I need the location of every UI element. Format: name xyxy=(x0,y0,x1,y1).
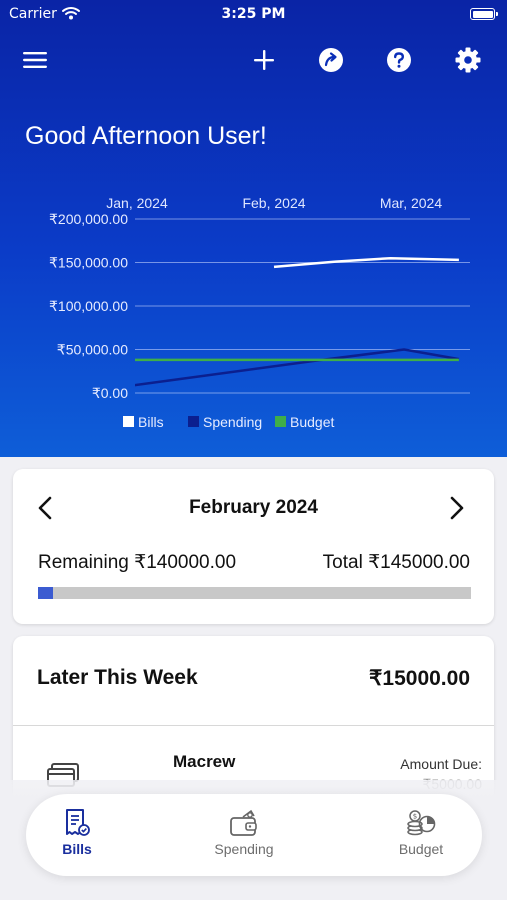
settings-button[interactable] xyxy=(448,40,488,80)
question-circle-icon xyxy=(387,48,411,72)
plus-icon xyxy=(254,50,274,70)
section-total: ₹15000.00 xyxy=(369,667,470,690)
spending-chart: Jan, 2024 Feb, 2024 Mar, 2024 ₹200,000.00 ₹1… xyxy=(0,185,507,445)
budget-progress-bar xyxy=(38,587,471,599)
month-title: February 2024 xyxy=(189,497,318,518)
legend-swatch-spending xyxy=(188,416,199,427)
tab-budget[interactable]: $ Budget xyxy=(361,794,481,876)
tab-spending-label: Spending xyxy=(214,841,274,857)
tab-bills-label: Bills xyxy=(62,841,92,857)
month-navigator: February 2024 xyxy=(13,493,494,523)
hamburger-menu-icon xyxy=(23,52,47,68)
help-button[interactable] xyxy=(379,40,419,80)
remaining-amount: Remaining ₹140000.00 xyxy=(38,552,237,573)
legend-label-budget: Budget xyxy=(290,414,334,430)
chart-canvas: Jan, 2024 Feb, 2024 Mar, 2024 ₹200,000.00 ₹1… xyxy=(49,195,470,430)
bills-receipt-icon xyxy=(62,808,92,838)
budget-summary-card: February 2024 Remaining ₹140000.00 Total… xyxy=(13,469,494,624)
svg-text:$: $ xyxy=(413,813,417,821)
y-tick-label: ₹0.00 xyxy=(92,385,128,401)
legend-label-bills: Bills xyxy=(138,414,164,430)
add-button[interactable] xyxy=(244,40,284,80)
x-tick-label: Jan, 2024 xyxy=(106,195,168,211)
total-amount: Total ₹145000.00 xyxy=(322,552,470,573)
menu-button[interactable] xyxy=(15,40,55,80)
wallet-icon xyxy=(229,808,259,838)
legend-swatch-budget xyxy=(275,416,286,427)
legend-swatch-bills xyxy=(123,416,134,427)
status-time: 3:25 PM xyxy=(221,6,286,22)
y-tick-label: ₹150,000.00 xyxy=(49,255,128,271)
budget-progress-fill xyxy=(38,587,53,599)
series-line-spending xyxy=(135,348,460,387)
later-this-week-header: Later This Week ₹15000.00 xyxy=(13,636,494,726)
legend-label-spending: Spending xyxy=(203,414,262,430)
y-tick-label: ₹50,000.00 xyxy=(57,342,128,358)
bill-name: Macrew xyxy=(173,752,236,771)
gear-icon xyxy=(455,47,481,73)
x-tick-label: Feb, 2024 xyxy=(242,195,305,211)
top-toolbar xyxy=(0,40,507,80)
budget-coins-pie-icon: $ xyxy=(406,808,436,838)
y-tick-label: ₹200,000.00 xyxy=(49,211,128,227)
next-month-button[interactable] xyxy=(442,493,472,523)
amount-due-label: Amount Due: xyxy=(400,756,482,772)
tab-spending[interactable]: Spending xyxy=(184,794,304,876)
y-tick-label: ₹100,000.00 xyxy=(49,298,128,314)
battery-icon xyxy=(470,8,498,20)
share-button[interactable] xyxy=(311,40,351,80)
tab-budget-label: Budget xyxy=(398,841,444,857)
chevron-right-icon xyxy=(450,496,464,520)
greeting-title: Good Afternoon User! xyxy=(25,122,267,150)
tab-bills[interactable]: Bills xyxy=(17,794,137,876)
share-arrow-icon xyxy=(319,48,343,72)
header-background: Carrier 3:25 PM Good Afternoon User! Jan… xyxy=(0,0,507,457)
section-title: Later This Week xyxy=(37,666,198,689)
bottom-tab-bar: Bills Spending $ Budget xyxy=(26,794,482,876)
x-tick-label: Mar, 2024 xyxy=(380,195,442,211)
status-bar: Carrier 3:25 PM xyxy=(0,0,507,30)
